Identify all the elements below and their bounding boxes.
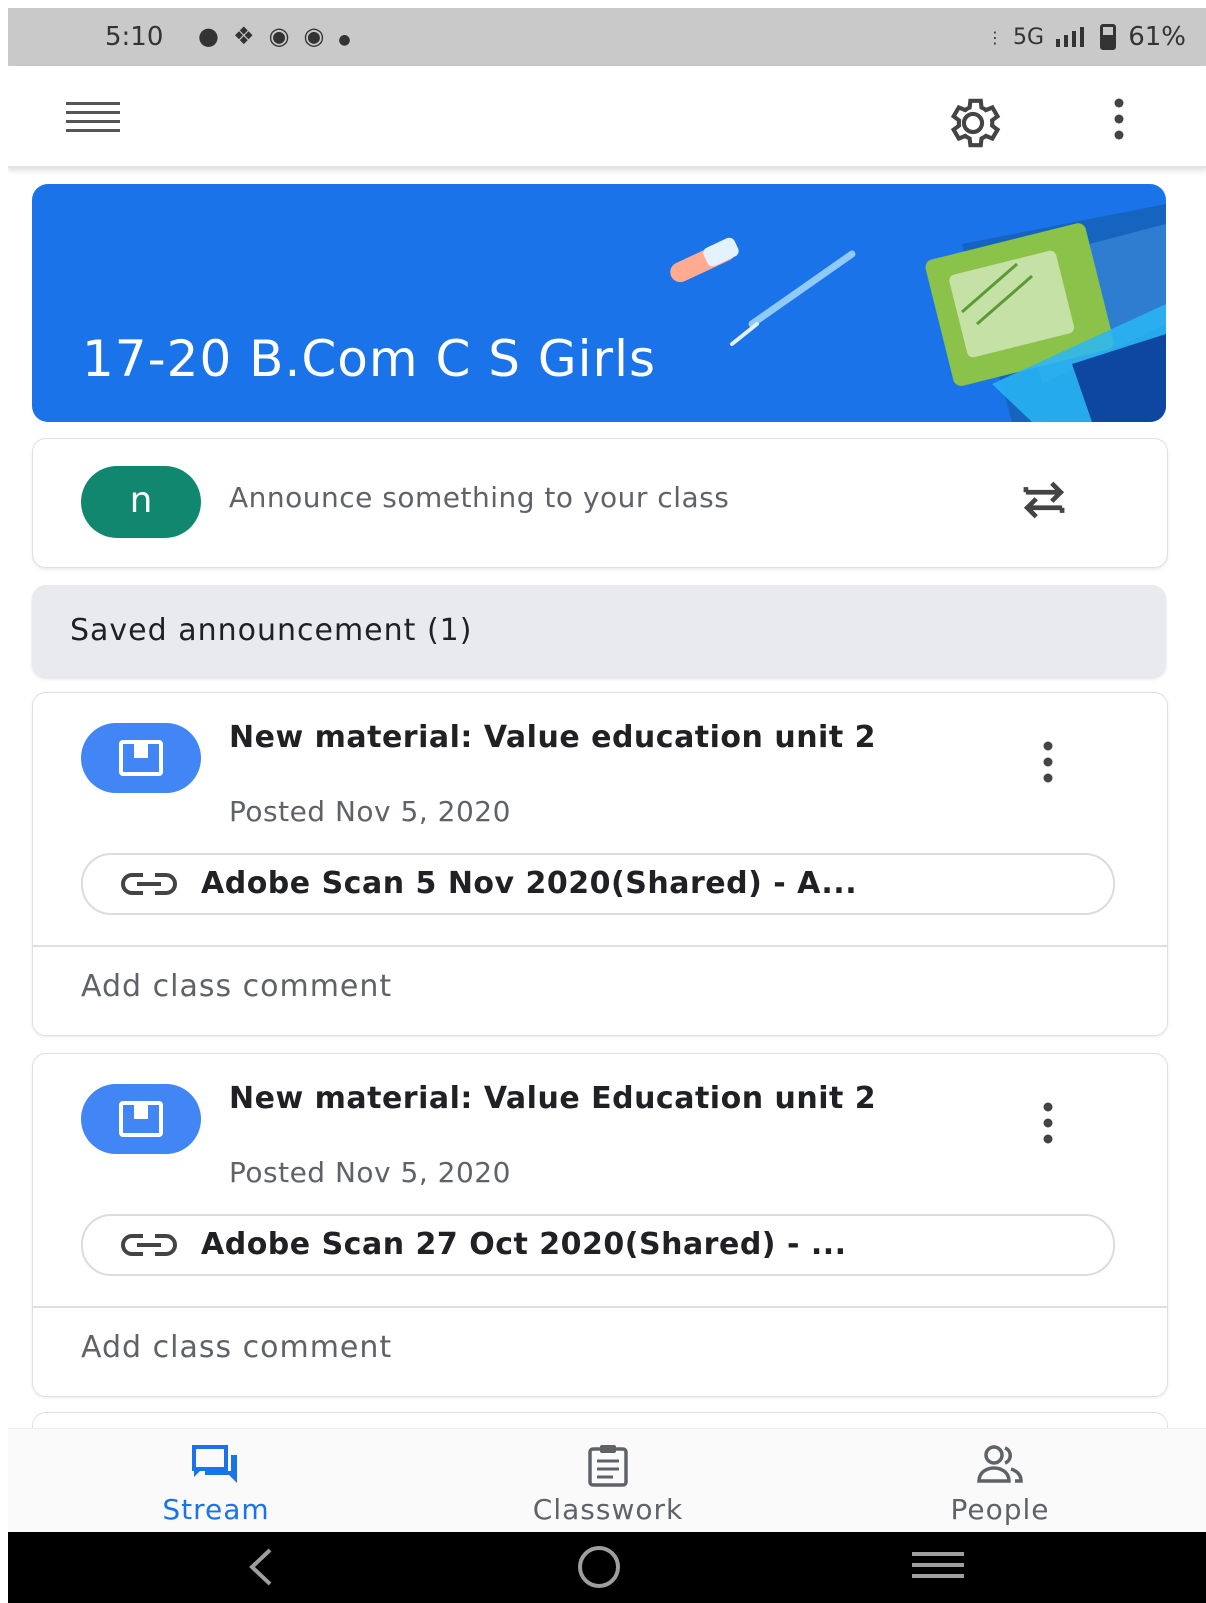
bottom-navigation: Stream Classwork People bbox=[8, 1428, 1206, 1533]
attachment-title: Adobe Scan 27 Oct 2020(Shared) - ... bbox=[201, 1227, 847, 1262]
status-bar: 5:10 ●❖◉◉● ⋮ 5G 61% bbox=[8, 8, 1206, 66]
post-date: Posted Nov 5, 2020 bbox=[229, 795, 511, 828]
nav-classwork-label: Classwork bbox=[532, 1493, 684, 1526]
class-name-title: 17-20 B.Com C S Girls bbox=[82, 330, 657, 388]
volte-icon: ⋮ bbox=[986, 27, 1003, 47]
status-right-icons: ⋮ 5G bbox=[987, 24, 1116, 50]
post-title: New material: Value Education unit 2 bbox=[229, 1081, 877, 1116]
divider bbox=[33, 1306, 1167, 1308]
add-class-comment[interactable]: Add class comment bbox=[81, 1330, 392, 1365]
stream-icon bbox=[192, 1445, 237, 1483]
attachment-title: Adobe Scan 5 Nov 2020(Shared) - A... bbox=[201, 866, 858, 901]
attachment-chip[interactable]: Adobe Scan 27 Oct 2020(Shared) - ... bbox=[81, 1214, 1115, 1276]
network-label: 5G bbox=[1012, 24, 1044, 50]
material-post[interactable]: New material: Value Education unit 2 Pos… bbox=[32, 1053, 1168, 1397]
notification-icons: ●❖◉◉● bbox=[198, 22, 365, 50]
settings-gear-icon[interactable] bbox=[942, 92, 1004, 154]
material-post[interactable]: New material: Value education unit 2 Pos… bbox=[32, 692, 1168, 1036]
announce-card[interactable]: n Announce something to your class bbox=[32, 438, 1168, 568]
battery-icon bbox=[1100, 24, 1116, 50]
saved-announcement-bar[interactable]: Saved announcement (1) bbox=[32, 585, 1166, 677]
material-book-icon bbox=[81, 1084, 201, 1154]
class-banner[interactable]: 17-20 B.Com C S Girls bbox=[32, 184, 1166, 422]
recent-apps-icon[interactable] bbox=[908, 1550, 968, 1580]
menu-icon[interactable] bbox=[66, 102, 120, 132]
status-time: 5:10 bbox=[105, 22, 164, 52]
link-icon bbox=[121, 1234, 177, 1256]
nav-classwork[interactable]: Classwork bbox=[478, 1429, 738, 1533]
attachment-chip[interactable]: Adobe Scan 5 Nov 2020(Shared) - A... bbox=[81, 853, 1115, 915]
back-icon[interactable] bbox=[240, 1544, 280, 1590]
app-screen: 5:10 ●❖◉◉● ⋮ 5G 61% 17-20 B.Com C S Girl… bbox=[8, 0, 1206, 1603]
location-icon: ● bbox=[198, 22, 233, 50]
home-icon[interactable] bbox=[576, 1544, 622, 1590]
add-class-comment[interactable]: Add class comment bbox=[81, 969, 392, 1004]
repost-icon[interactable] bbox=[1013, 469, 1075, 531]
chrome-icon: ◉ bbox=[303, 22, 339, 50]
more-vert-icon[interactable] bbox=[1033, 739, 1063, 785]
post-date: Posted Nov 5, 2020 bbox=[229, 1156, 511, 1189]
nav-people[interactable]: People bbox=[870, 1429, 1130, 1533]
system-navigation-bar bbox=[8, 1532, 1206, 1603]
chrome-icon: ◉ bbox=[268, 22, 304, 50]
link-icon bbox=[121, 873, 177, 895]
nav-people-label: People bbox=[950, 1493, 1050, 1526]
material-book-icon bbox=[81, 723, 201, 793]
nav-stream[interactable]: Stream bbox=[86, 1429, 346, 1533]
app-notification-icon: ❖ bbox=[232, 22, 269, 50]
nav-stream-label: Stream bbox=[162, 1493, 270, 1526]
more-vert-icon[interactable] bbox=[1033, 1100, 1063, 1146]
people-icon bbox=[977, 1445, 1023, 1483]
announce-placeholder[interactable]: Announce something to your class bbox=[229, 481, 729, 514]
saved-announcement-label: Saved announcement (1) bbox=[70, 613, 473, 648]
top-app-bar bbox=[8, 66, 1206, 168]
post-title: New material: Value education unit 2 bbox=[229, 720, 877, 755]
user-avatar: n bbox=[81, 466, 201, 538]
divider bbox=[33, 945, 1167, 947]
dot-icon: ● bbox=[338, 32, 365, 48]
more-vert-icon[interactable] bbox=[1104, 96, 1134, 142]
signal-icon bbox=[1056, 27, 1084, 47]
battery-percent: 61% bbox=[1128, 22, 1186, 52]
classwork-icon bbox=[588, 1445, 628, 1487]
